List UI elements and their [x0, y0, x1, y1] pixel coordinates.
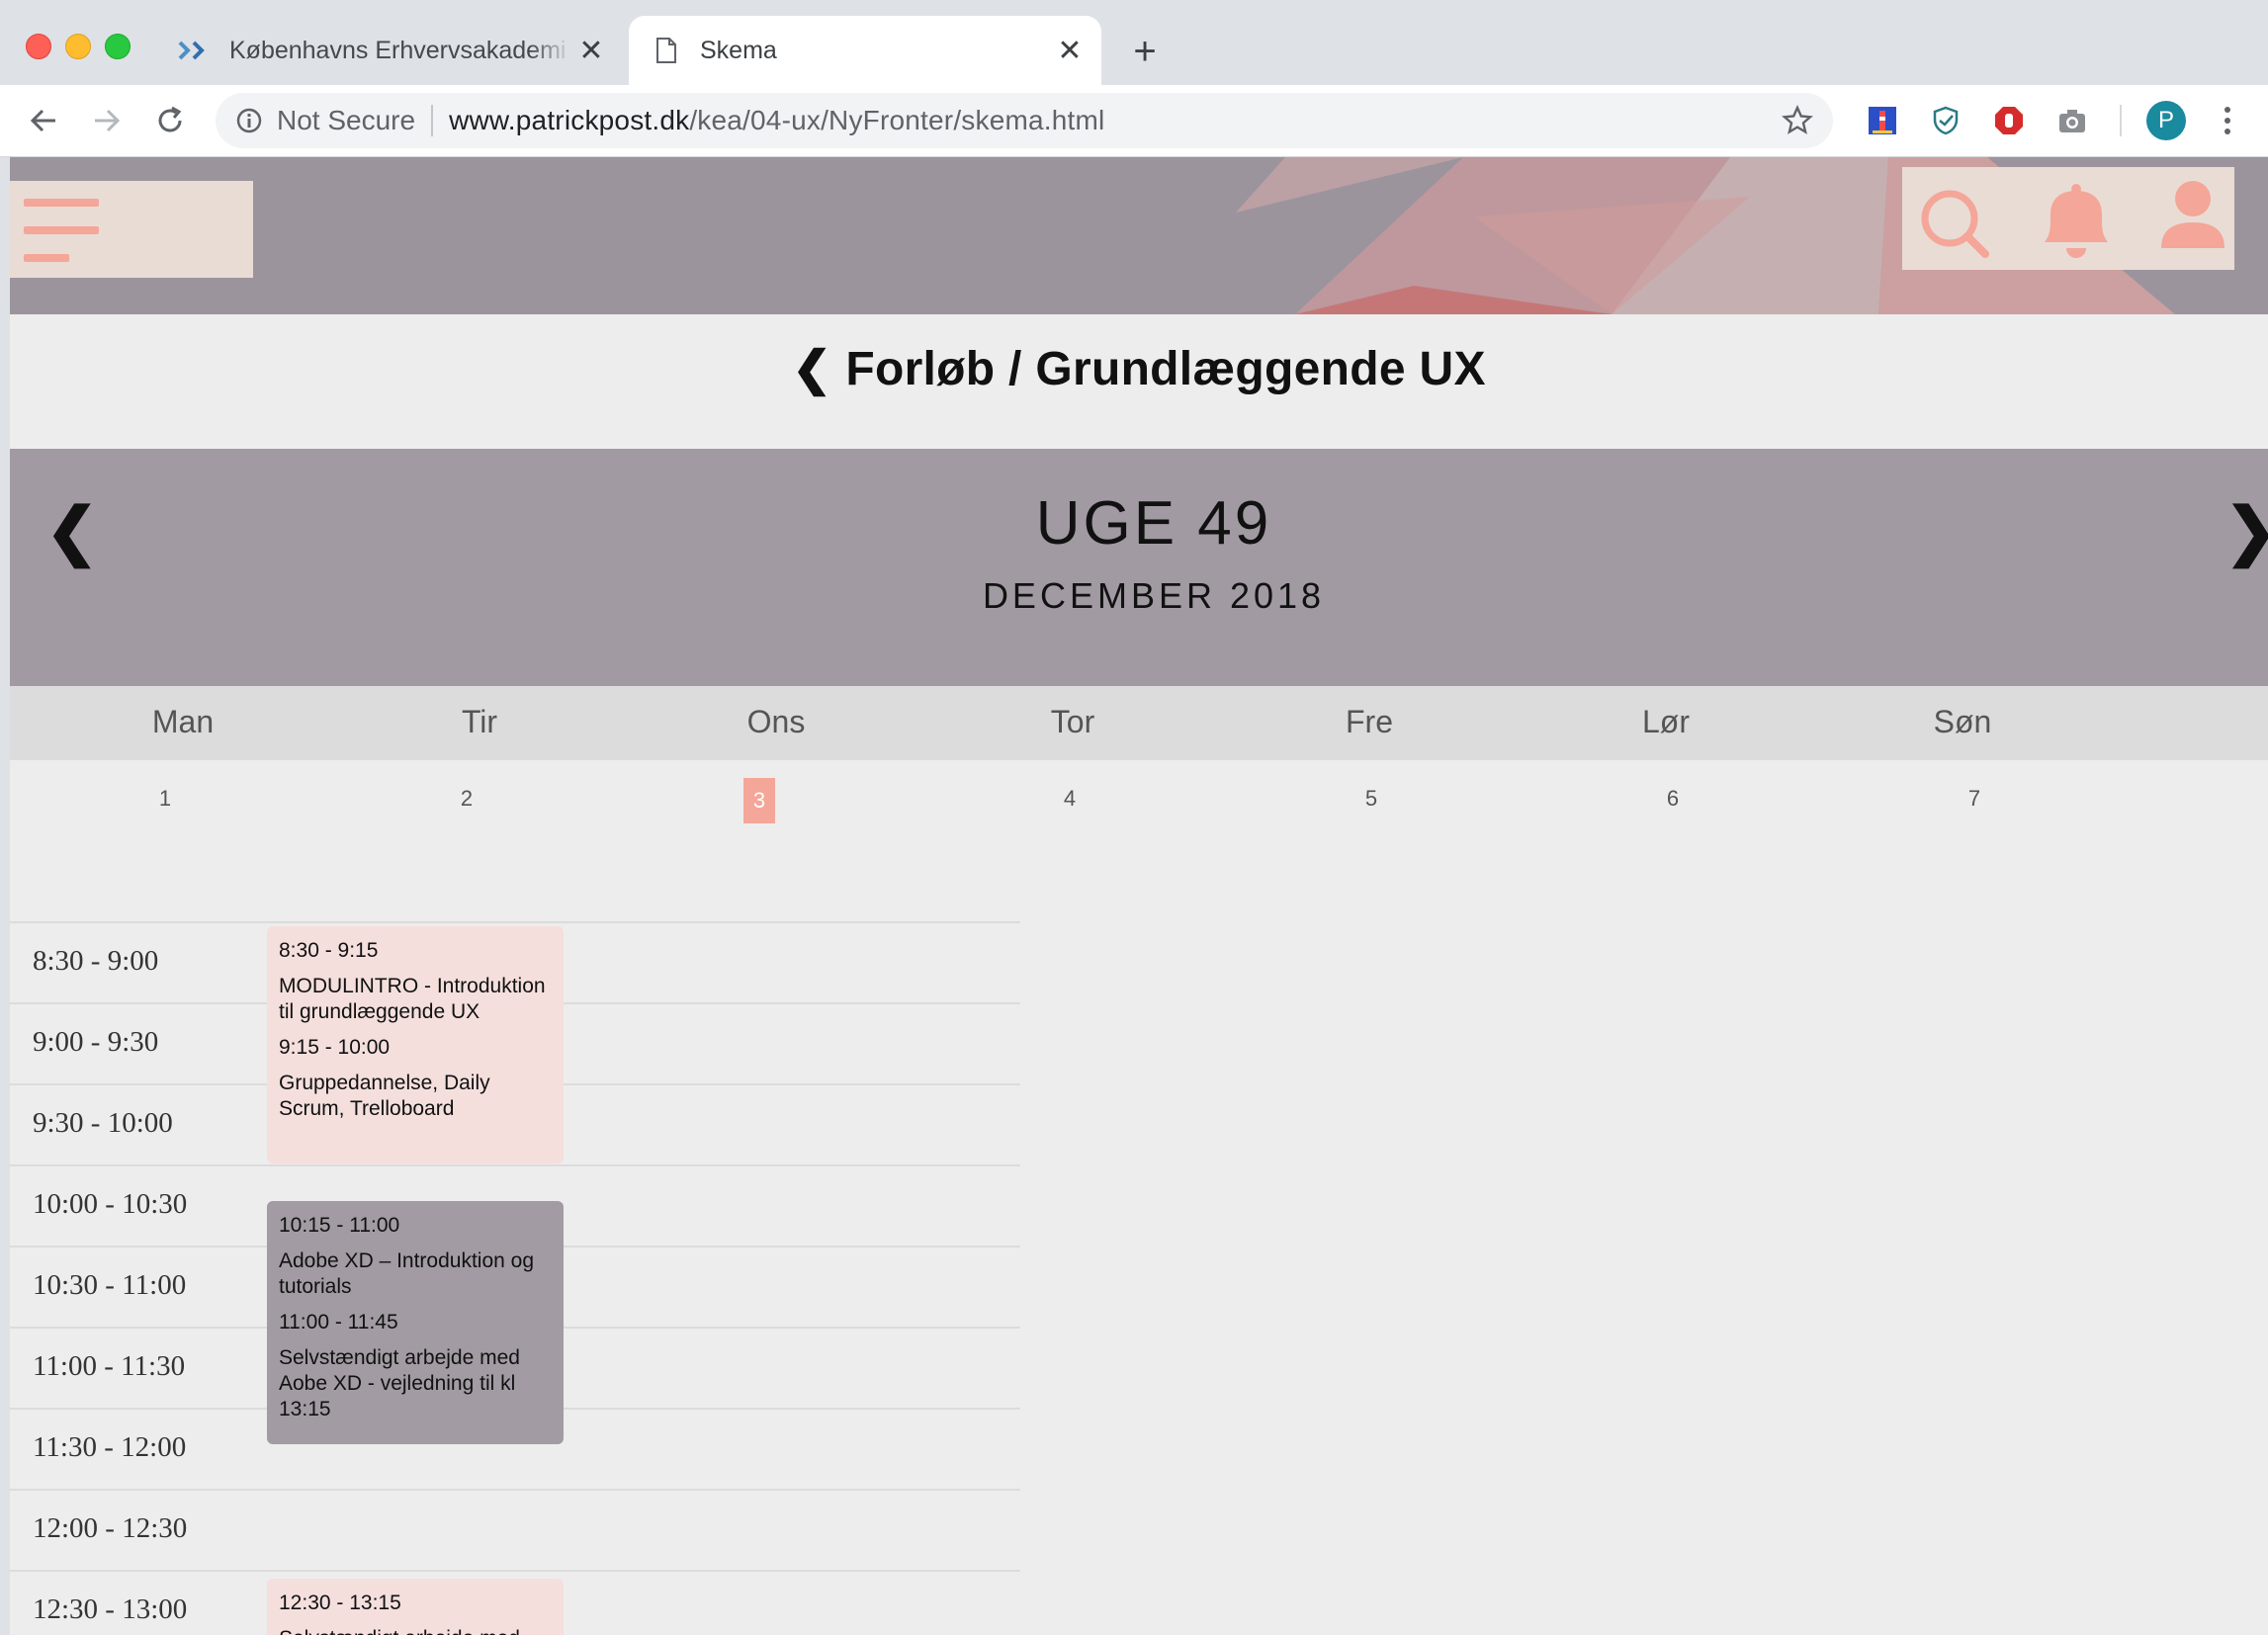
time-slot: 12:00 - 12:30 — [10, 1489, 1020, 1570]
week-title: UGE 49 — [1035, 489, 1272, 558]
close-tab-icon[interactable]: ✕ — [1050, 31, 1090, 70]
slot-time: 8:30 - 9:00 — [33, 945, 159, 977]
page-viewport: ❮ Forløb / Grundlæggende UX ❮ UGE 49 DEC… — [10, 157, 2268, 1635]
day-name: Tir — [461, 704, 498, 739]
event-title: Selvstændigt arbejde med Aobe XD - vejle… — [279, 1346, 520, 1420]
security-label: Not Secure — [277, 105, 416, 135]
calendar-event[interactable]: 8:30 - 9:15 MODULINTRO - Introduktion ti… — [267, 926, 564, 1163]
day-number[interactable]: 7 — [1945, 786, 2004, 812]
bell-icon[interactable] — [2045, 184, 2108, 258]
event-title: Gruppedannelse, Daily Scrum, Trelloboard — [279, 1072, 490, 1120]
toolbar-divider — [2120, 105, 2122, 136]
new-tab-button[interactable]: + — [1123, 30, 1167, 73]
bookmark-star-icon[interactable] — [1782, 105, 1813, 136]
search-icon[interactable] — [1921, 190, 1989, 258]
profile-avatar[interactable]: P — [2146, 101, 2186, 140]
slot-time: 12:30 - 13:00 — [33, 1593, 188, 1625]
event-time: 12:30 - 13:15 — [279, 1592, 401, 1614]
calendar-event[interactable]: 10:15 - 11:00 Adobe XD – Introduktion og… — [267, 1201, 564, 1444]
url-host: www.patrickpost.dk — [449, 105, 690, 135]
slot-time: 9:00 - 9:30 — [33, 1026, 159, 1058]
day-name: Ons — [746, 704, 806, 739]
week-banner: ❮ UGE 49 DECEMBER 2018 ❯ — [10, 449, 2268, 686]
reload-icon[interactable] — [146, 97, 194, 144]
event-title: MODULINTRO - Introduktion til grundlægge… — [279, 975, 546, 1023]
event-time: 10:15 - 11:00 — [279, 1214, 400, 1237]
tab-title: Københavns Erhvervsakademi / KEA — [229, 36, 571, 64]
extension-lighthouse-icon[interactable] — [1865, 103, 1900, 138]
day-number[interactable]: 2 — [437, 786, 496, 812]
month-label: DECEMBER 2018 — [982, 575, 1326, 616]
event-time: 9:15 - 10:00 — [279, 1036, 391, 1059]
user-icon[interactable] — [2161, 181, 2224, 248]
tab-kea[interactable]: Københavns Erhvervsakademi / KEA ✕ — [158, 16, 623, 85]
tab-title: Skema — [700, 36, 777, 64]
info-icon[interactable] — [235, 107, 263, 134]
extension-shield-icon[interactable] — [1928, 103, 1963, 138]
event-title: Selvstændigt arbejde med — [279, 1626, 552, 1635]
day-name: Søn — [1933, 704, 1992, 739]
minimize-window-button[interactable] — [65, 34, 91, 59]
back-arrow-icon[interactable] — [20, 97, 67, 144]
day-name: Lør — [1642, 704, 1690, 739]
weekday-header: Man Tir Ons Tor Fre Lør Søn — [10, 686, 2268, 760]
event-time: 8:30 - 9:15 — [279, 939, 379, 962]
extension-camera-icon[interactable] — [2054, 103, 2090, 138]
slot-time: 9:30 - 10:00 — [33, 1107, 173, 1139]
menu-button[interactable] — [10, 181, 253, 278]
browser-menu-icon[interactable] — [2211, 99, 2244, 142]
event-time: 11:00 - 11:45 — [279, 1311, 398, 1334]
header-actions — [1902, 167, 2234, 270]
day-name: Fre — [1346, 704, 1393, 739]
day-number-today[interactable]: 3 — [743, 778, 775, 823]
site-header — [10, 157, 2268, 314]
address-bar[interactable]: Not Secure www.patrickpost.dk/kea/04-ux/… — [216, 93, 1833, 148]
slot-time: 10:00 - 10:30 — [33, 1188, 188, 1220]
close-tab-icon[interactable]: ✕ — [571, 31, 611, 70]
url-text: www.patrickpost.dk/kea/04-ux/NyFronter/s… — [449, 105, 1104, 136]
hamburger-icon — [24, 199, 99, 207]
slot-time: 11:30 - 12:00 — [33, 1431, 187, 1463]
event-title: Adobe XD – Introduktion og tutorials — [279, 1249, 535, 1298]
day-name: Man — [151, 704, 215, 739]
close-window-button[interactable] — [26, 34, 51, 59]
slot-time: 12:00 - 12:30 — [33, 1512, 188, 1544]
day-number[interactable]: 6 — [1643, 786, 1702, 812]
kea-favicon-icon — [176, 31, 216, 70]
day-number[interactable]: 1 — [135, 786, 195, 812]
slot-time: 10:30 - 11:00 — [33, 1269, 187, 1301]
day-number[interactable]: 4 — [1040, 786, 1099, 812]
tab-skema[interactable]: Skema ✕ — [629, 16, 1101, 85]
breadcrumb-title[interactable]: ❮ Forløb / Grundlæggende UX — [10, 341, 2268, 396]
browser-tabstrip: Københavns Erhvervsakademi / KEA ✕ Skema… — [0, 0, 2268, 85]
next-week-button[interactable]: ❯ — [2224, 494, 2268, 568]
extension-adblock-icon[interactable] — [1991, 103, 2027, 138]
page-icon — [647, 31, 686, 70]
forward-arrow-icon[interactable] — [83, 97, 131, 144]
browser-toolbar: Not Secure www.patrickpost.dk/kea/04-ux/… — [0, 85, 2268, 157]
calendar-event[interactable]: 12:30 - 13:15 Selvstændigt arbejde med — [267, 1579, 564, 1635]
divider — [431, 105, 434, 136]
maximize-window-button[interactable] — [105, 34, 131, 59]
day-number[interactable]: 5 — [1342, 786, 1401, 812]
url-path: /kea/04-ux/NyFronter/skema.html — [689, 105, 1105, 135]
slot-time: 11:00 - 11:30 — [33, 1350, 186, 1382]
day-name: Tor — [1050, 704, 1095, 739]
